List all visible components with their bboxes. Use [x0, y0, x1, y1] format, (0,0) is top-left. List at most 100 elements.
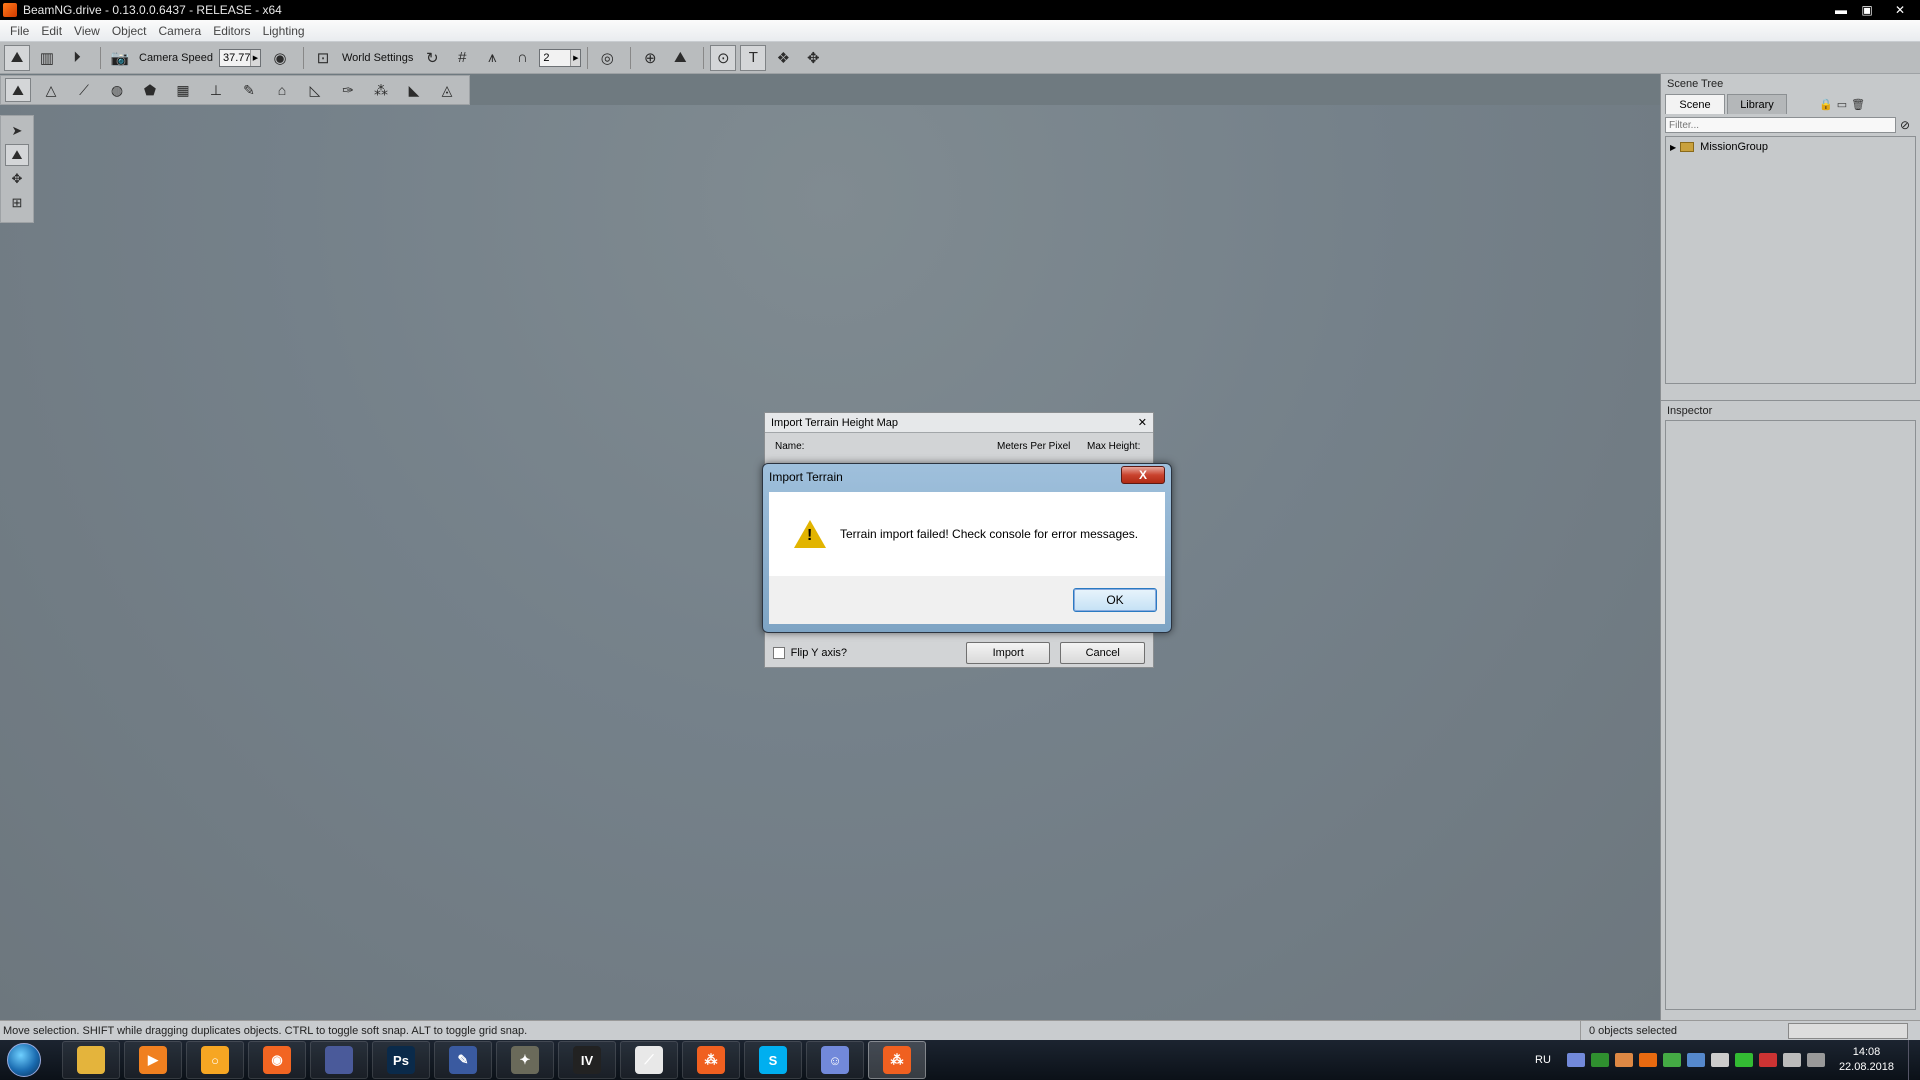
show-desktop-button[interactable] — [1908, 1040, 1920, 1080]
visibility-icon[interactable]: ◉ — [267, 45, 293, 71]
scale-icon[interactable]: ⊞ — [5, 192, 29, 214]
volume-icon[interactable] — [1782, 1053, 1801, 1067]
taskbar-app-app-editor[interactable]: ✎ — [434, 1041, 492, 1079]
brush-icon[interactable]: ✑ — [335, 78, 361, 102]
import-button[interactable]: Import — [965, 642, 1051, 664]
taskbar-app-gta-iv[interactable]: IV — [558, 1041, 616, 1079]
taskbar-app-discord[interactable]: ☺ — [806, 1041, 864, 1079]
taskbar-app-browser[interactable]: ○ — [186, 1041, 244, 1079]
taskbar-app-forza[interactable]: ⟋ — [620, 1041, 678, 1079]
world-settings-label[interactable]: World Settings — [342, 52, 413, 64]
skype-icon: S — [759, 1046, 787, 1074]
filter-input[interactable] — [1665, 117, 1896, 133]
raise-height-icon[interactable]: △ — [38, 78, 64, 102]
clear-icon[interactable]: ⌂ — [269, 78, 295, 102]
snap-rotate-icon[interactable]: ↻ — [419, 45, 445, 71]
taskbar-app-media-player[interactable]: ▶ — [124, 1041, 182, 1079]
taskbar-app-gimp[interactable]: ✦ — [496, 1041, 554, 1079]
delete-icon[interactable]: 🗑 — [1851, 98, 1865, 111]
move-icon[interactable]: ✥ — [5, 168, 29, 190]
language-indicator[interactable]: RU — [1535, 1054, 1551, 1066]
erosion-icon[interactable]: ◣ — [401, 78, 427, 102]
restore-button[interactable]: ▣ — [1854, 0, 1880, 20]
taskbar-app-explorer[interactable] — [62, 1041, 120, 1079]
paint-icon[interactable]: ✎ — [236, 78, 262, 102]
taskbar-app-beamng[interactable]: ⁂ — [868, 1041, 926, 1079]
nvidia-tray-icon[interactable] — [1590, 1053, 1609, 1067]
set-height-icon[interactable]: ⊥ — [203, 78, 229, 102]
app-tray-icon[interactable] — [1614, 1053, 1633, 1067]
taskbar-app-beam-app[interactable]: ⁂ — [682, 1041, 740, 1079]
smooth-icon[interactable]: ⬟ — [137, 78, 163, 102]
terrain-brush-icon[interactable]: ⛰ — [5, 144, 29, 166]
main-toolbar: ⛰ ▥ ⏵ 📷 Camera Speed 37.773 ▶ ◉ ⊡ World … — [0, 42, 1920, 74]
snap-value-input[interactable]: 2 ▶ — [539, 48, 582, 67]
camera-speed-label: Camera Speed — [139, 51, 213, 64]
camera-speed-arrow-icon[interactable]: ▶ — [250, 49, 260, 66]
close-window-button[interactable]: ✕ — [1880, 0, 1920, 20]
network-tray-icon[interactable] — [1710, 1053, 1729, 1067]
spray-icon[interactable]: ⁂ — [368, 78, 394, 102]
expand-icon[interactable]: ▶ — [1670, 143, 1676, 152]
group-icon[interactable]: ✥ — [800, 45, 826, 71]
menu-edit[interactable]: Edit — [35, 24, 68, 38]
ok-button[interactable]: OK — [1073, 588, 1157, 612]
panels-icon[interactable]: ▥ — [34, 45, 60, 71]
discord-tray-icon[interactable] — [1566, 1053, 1585, 1067]
shield-tray-icon[interactable] — [1686, 1053, 1705, 1067]
tree-item[interactable]: ▶ MissionGroup — [1670, 141, 1911, 153]
menu-object[interactable]: Object — [106, 24, 153, 38]
adjust-height-icon[interactable]: ⟋ — [71, 78, 97, 102]
magnet-icon[interactable]: ∩ — [509, 45, 535, 71]
status-combo[interactable] — [1788, 1022, 1908, 1039]
close-icon[interactable]: ✕ — [1138, 416, 1147, 429]
lock-icon[interactable]: 🔒 — [1819, 98, 1833, 111]
dialog-footer: Flip Y axis? Import Cancel — [765, 637, 1153, 669]
taskbar-app-origin[interactable]: ◉ — [248, 1041, 306, 1079]
update-tray-icon[interactable] — [1734, 1053, 1753, 1067]
display-tray-icon[interactable] — [1806, 1053, 1825, 1067]
slope-icon[interactable]: ◺ — [302, 78, 328, 102]
noise-icon[interactable]: ◍ — [104, 78, 130, 102]
start-button[interactable] — [0, 1040, 48, 1080]
object-center-icon[interactable]: ⊕ — [637, 45, 663, 71]
minimize-button[interactable]: ▬ — [1828, 0, 1854, 20]
terrain-select-icon[interactable]: ⛰ — [5, 78, 31, 102]
material-icon[interactable]: ◬ — [434, 78, 460, 102]
flatten-icon[interactable]: ▦ — [170, 78, 196, 102]
flip-y-checkbox[interactable] — [773, 647, 785, 659]
grid-snap-icon[interactable]: # — [449, 45, 475, 71]
prefab-icon[interactable]: ❖ — [770, 45, 796, 71]
taskbar-app-skype[interactable]: S — [744, 1041, 802, 1079]
object-transform-icon[interactable]: ⛰ — [667, 45, 693, 71]
terrain-editor-icon[interactable]: ⛰ — [4, 44, 30, 71]
menu-editors[interactable]: Editors — [207, 24, 256, 38]
taskbar-app-app-blue[interactable] — [310, 1041, 368, 1079]
terrain-snap-icon[interactable]: ⩚ — [479, 45, 505, 71]
sync-tray-icon[interactable] — [1662, 1053, 1681, 1067]
tab-library[interactable]: Library — [1727, 94, 1787, 114]
menu-lighting[interactable]: Lighting — [257, 24, 311, 38]
menu-file[interactable]: File — [4, 24, 35, 38]
clear-filter-icon[interactable]: ⊘ — [1900, 118, 1916, 132]
clock[interactable]: 14:08 22.08.2018 — [1839, 1045, 1894, 1075]
folder-icon[interactable]: ▭ — [1837, 98, 1847, 111]
camera-icon[interactable]: 📷 — [107, 45, 133, 71]
object-bounds-icon[interactable]: ◎ — [594, 45, 620, 71]
arrow-select-icon[interactable]: ➤ — [5, 120, 29, 142]
snap-value-arrow-icon[interactable]: ▶ — [570, 49, 581, 66]
camera-speed-input[interactable]: 37.773 ▶ — [219, 48, 261, 67]
origin-tray-icon[interactable] — [1638, 1053, 1657, 1067]
cancel-button[interactable]: Cancel — [1060, 642, 1146, 664]
menu-view[interactable]: View — [68, 24, 106, 38]
play-icon[interactable]: ⏵ — [64, 45, 90, 71]
tab-scene[interactable]: Scene — [1665, 94, 1725, 114]
terrain-toolbar: ⛰ △ ⟋ ◍ ⬟ ▦ ⊥ ✎ ⌂ ◺ ✑ ⁂ ◣ ◬ — [0, 75, 470, 105]
fit-view-icon[interactable]: ⊡ — [310, 45, 336, 71]
menu-camera[interactable]: Camera — [153, 24, 208, 38]
alert-close-button[interactable]: X — [1121, 466, 1165, 484]
flag-tray-icon[interactable] — [1758, 1053, 1777, 1067]
text-icon[interactable]: T — [740, 44, 767, 71]
selection-icon[interactable]: ⊙ — [710, 44, 737, 71]
taskbar-app-photoshop[interactable]: Ps — [372, 1041, 430, 1079]
